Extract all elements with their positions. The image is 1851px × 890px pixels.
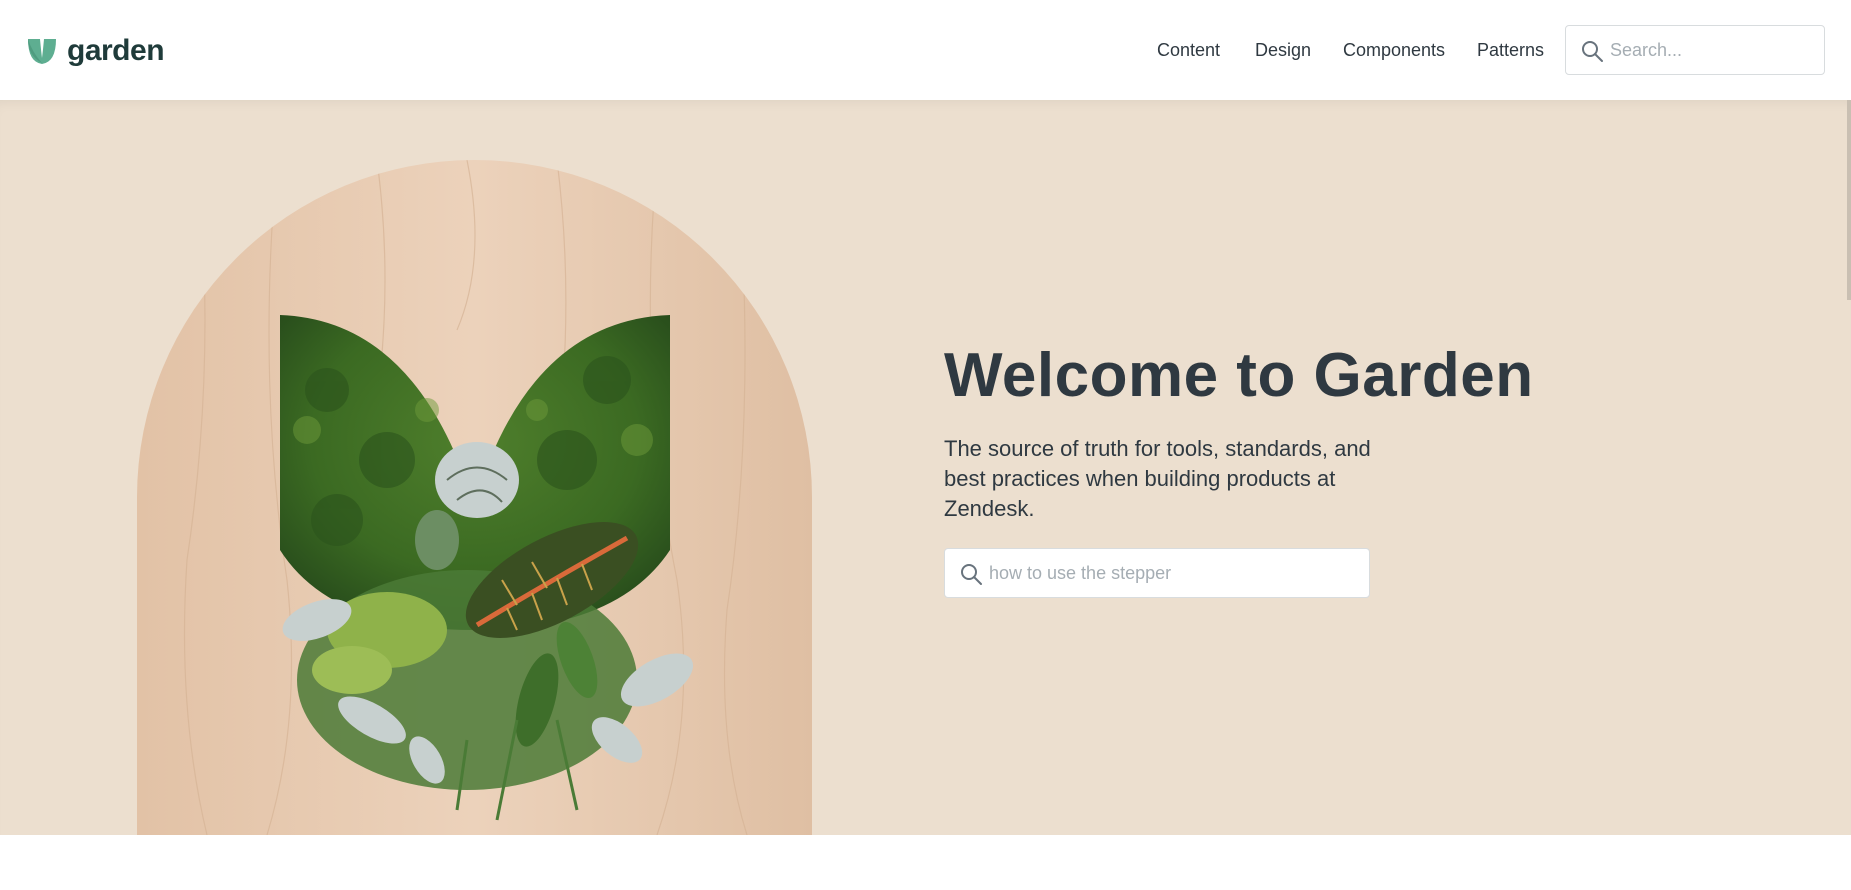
logo-text: garden (67, 34, 165, 67)
hero-subtitle: The source of truth for tools, standards… (944, 436, 1371, 521)
header-search[interactable] (1565, 25, 1825, 75)
garden-logo[interactable]: garden (27, 34, 165, 67)
nav-components[interactable]: Components (1343, 40, 1445, 61)
garden-leaf-icon (28, 39, 56, 64)
page-scrollbar[interactable] (1847, 100, 1851, 300)
page-below-hero (0, 835, 1851, 890)
hero-image-garden-planter (137, 160, 812, 835)
planter-illustration (137, 160, 812, 835)
nav-content[interactable]: Content (1157, 40, 1220, 61)
header-search-input[interactable] (1610, 26, 1818, 74)
hero-title: Welcome to Garden (944, 341, 1534, 410)
search-icon (1582, 41, 1603, 62)
site-header: garden Content Design Components Pattern… (0, 0, 1851, 100)
hero-search-input[interactable] (989, 549, 1359, 597)
nav-design[interactable]: Design (1255, 40, 1311, 61)
search-icon (961, 564, 982, 585)
hero-search[interactable] (944, 548, 1370, 598)
nav-patterns[interactable]: Patterns (1477, 40, 1544, 61)
